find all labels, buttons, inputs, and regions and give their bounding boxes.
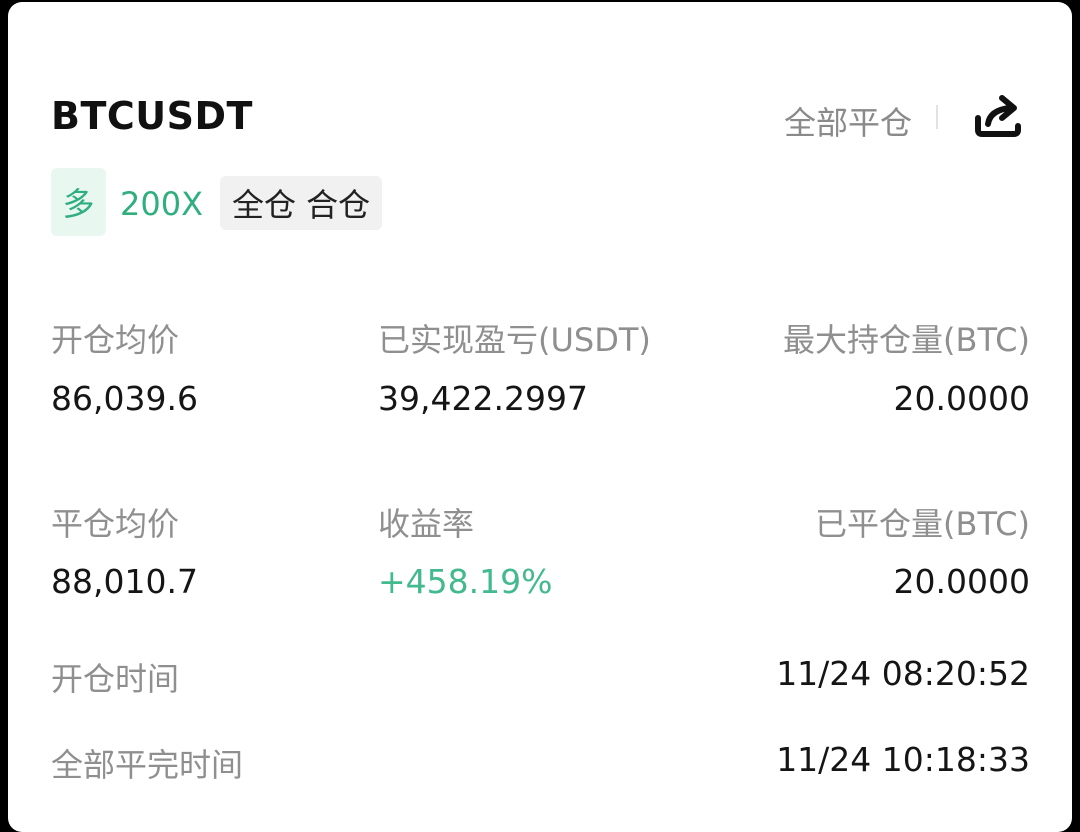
open-time-label: 开仓时间 — [51, 660, 180, 698]
realized-pnl-label: 已实现盈亏(USDT) — [378, 321, 651, 359]
closed-position-label: 已平仓量(BTC) — [815, 505, 1030, 543]
avg-close-price-label: 平仓均价 — [51, 505, 180, 543]
avg-open-price-label: 开仓均价 — [51, 321, 180, 359]
symbol-title: BTCUSDT — [51, 94, 253, 138]
max-position-value: 20.0000 — [893, 379, 1030, 418]
avg-open-price-value: 86,039.6 — [51, 379, 198, 418]
max-position-label: 最大持仓量(BTC) — [783, 321, 1030, 359]
leverage-tag: 200X — [120, 185, 203, 223]
roi-label: 收益率 — [378, 505, 475, 543]
avg-close-price-value: 88,010.7 — [51, 562, 198, 601]
open-time-value: 11/24 08:20:52 — [776, 654, 1030, 693]
direction-tag: 多 — [51, 168, 106, 236]
realized-pnl-value: 39,422.2997 — [378, 379, 588, 418]
close-all-button[interactable]: 全部平仓 — [784, 98, 912, 144]
header-divider — [936, 105, 938, 129]
share-icon[interactable] — [968, 86, 1028, 146]
close-time-label: 全部平完时间 — [51, 746, 244, 784]
position-history-card: BTCUSDT 全部平仓 多 200X 全仓 合仓 开仓均价 86,039.6 … — [8, 2, 1072, 832]
roi-value: +458.19% — [378, 562, 553, 601]
close-time-value: 11/24 10:18:33 — [776, 740, 1030, 779]
closed-position-value: 20.0000 — [893, 562, 1030, 601]
margin-mode-tag: 全仓 合仓 — [220, 176, 383, 230]
